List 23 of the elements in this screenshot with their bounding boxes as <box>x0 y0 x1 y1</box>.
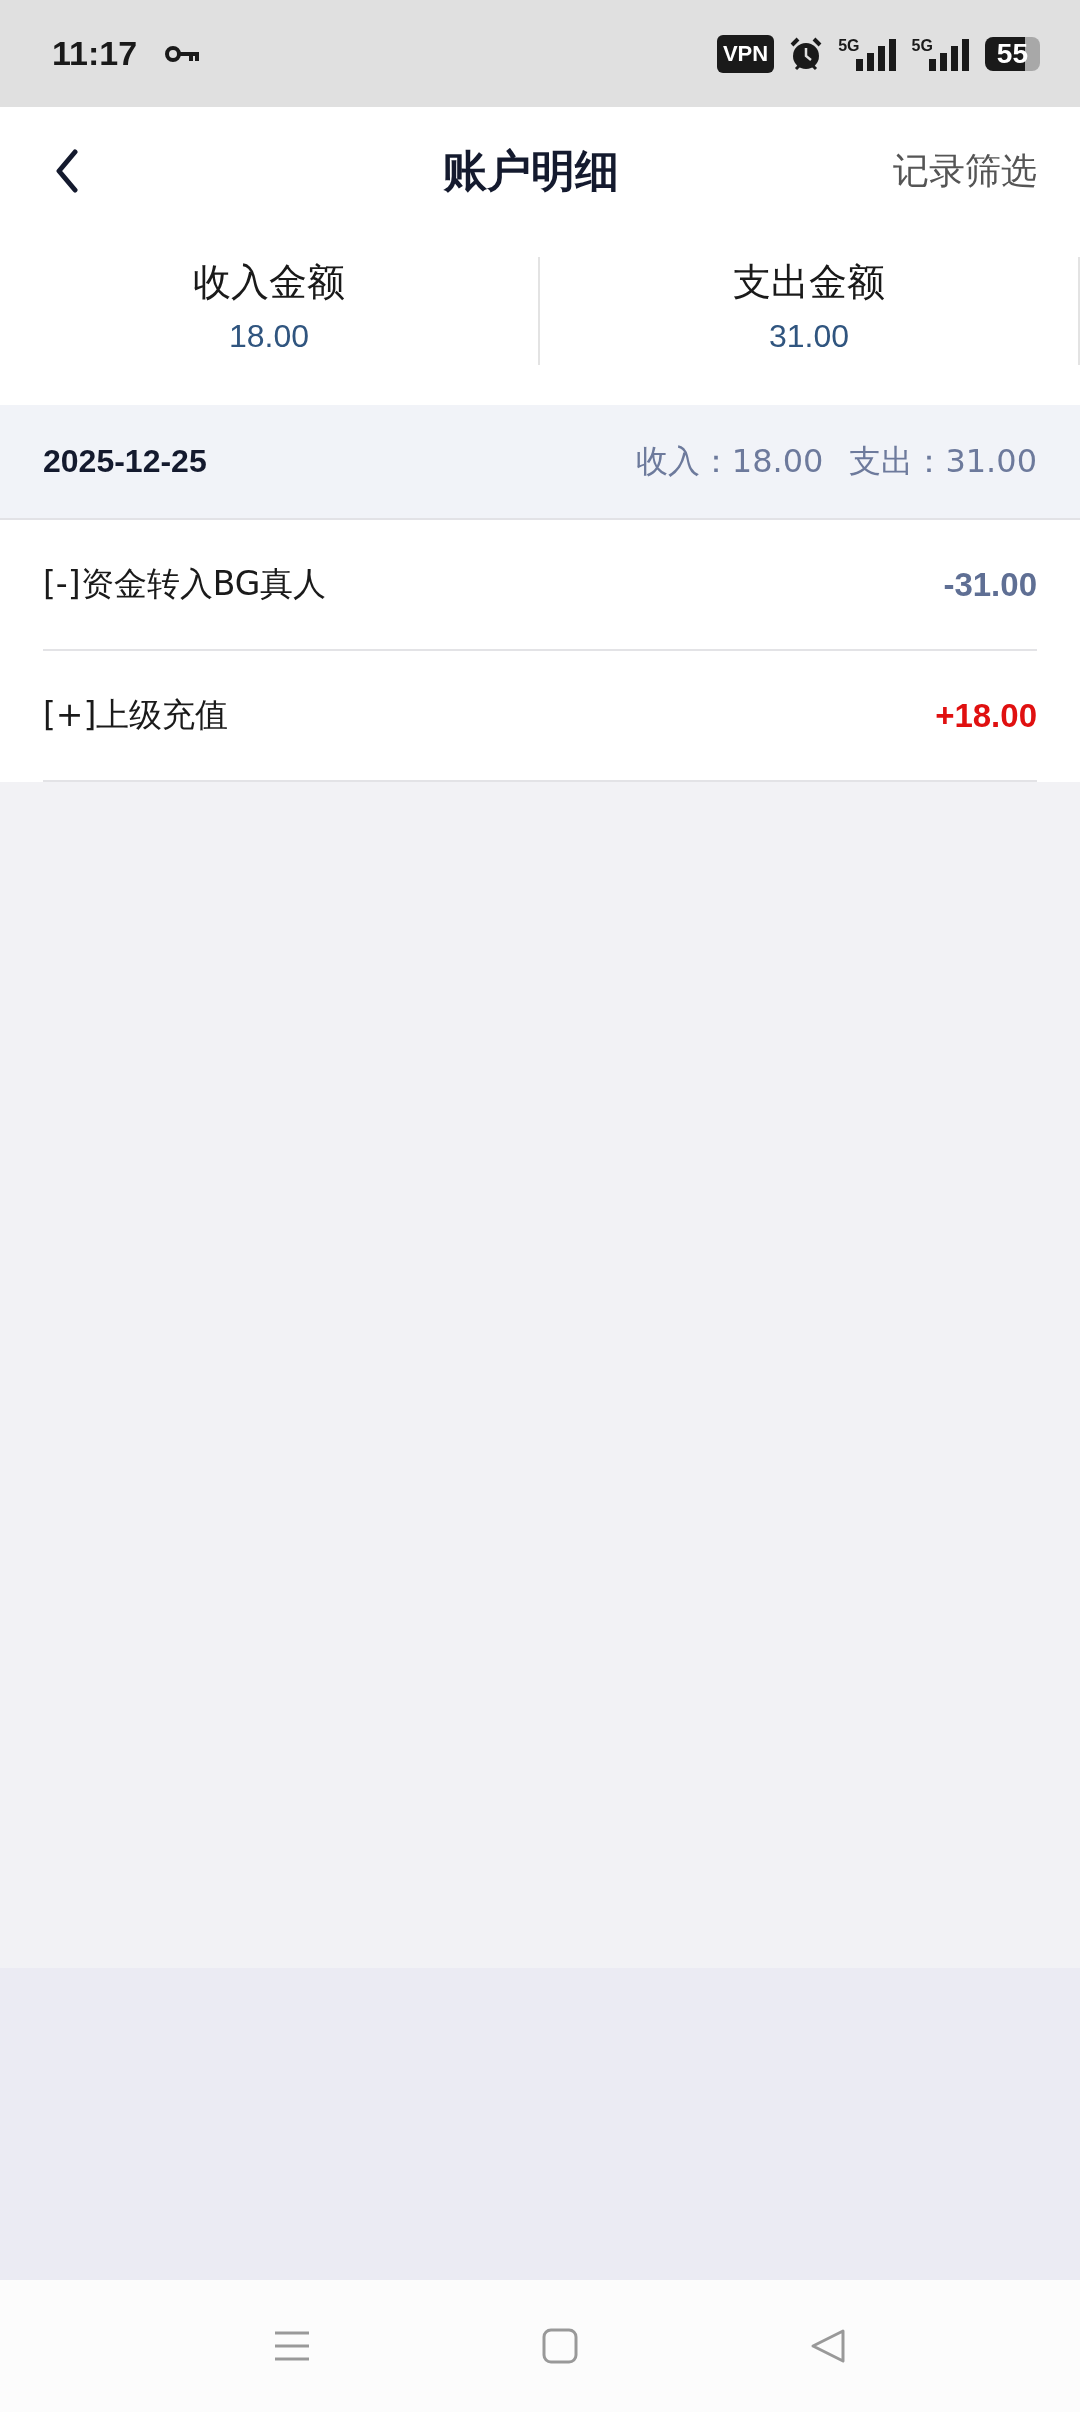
filter-link[interactable]: 记录筛选 <box>893 146 1037 196</box>
transaction-row[interactable]: [+]上级充值 +18.00 <box>43 651 1037 782</box>
income-total: 收入：18.00 <box>635 440 824 482</box>
network-type: 5G <box>838 36 860 55</box>
date-label: 2025-12-25 <box>43 443 207 480</box>
summary-label: 收入金额 <box>193 259 345 306</box>
transaction-title: [-]资金转入BG真人 <box>43 563 327 605</box>
back-icon[interactable] <box>809 2327 847 2365</box>
page-title: 账户明细 <box>443 143 619 198</box>
transaction-amount: -31.00 <box>943 565 1037 604</box>
transaction-title: [+]上级充值 <box>43 694 229 736</box>
transaction-row[interactable]: [-]资金转入BG真人 -31.00 <box>43 520 1037 651</box>
summary-label: 支出金额 <box>733 259 885 306</box>
network-type: 5G <box>911 36 933 55</box>
transaction-amount: +18.00 <box>935 696 1037 735</box>
summary-value: 31.00 <box>768 318 850 355</box>
expense-total: 支出：31.00 <box>849 440 1037 482</box>
clock-time: 11:17 <box>52 34 138 73</box>
back-button[interactable] <box>55 149 79 193</box>
home-icon[interactable] <box>541 2327 579 2365</box>
key-icon <box>165 44 200 63</box>
summary-value: 18.00 <box>228 318 310 355</box>
vpn-badge: VPN <box>716 34 775 73</box>
